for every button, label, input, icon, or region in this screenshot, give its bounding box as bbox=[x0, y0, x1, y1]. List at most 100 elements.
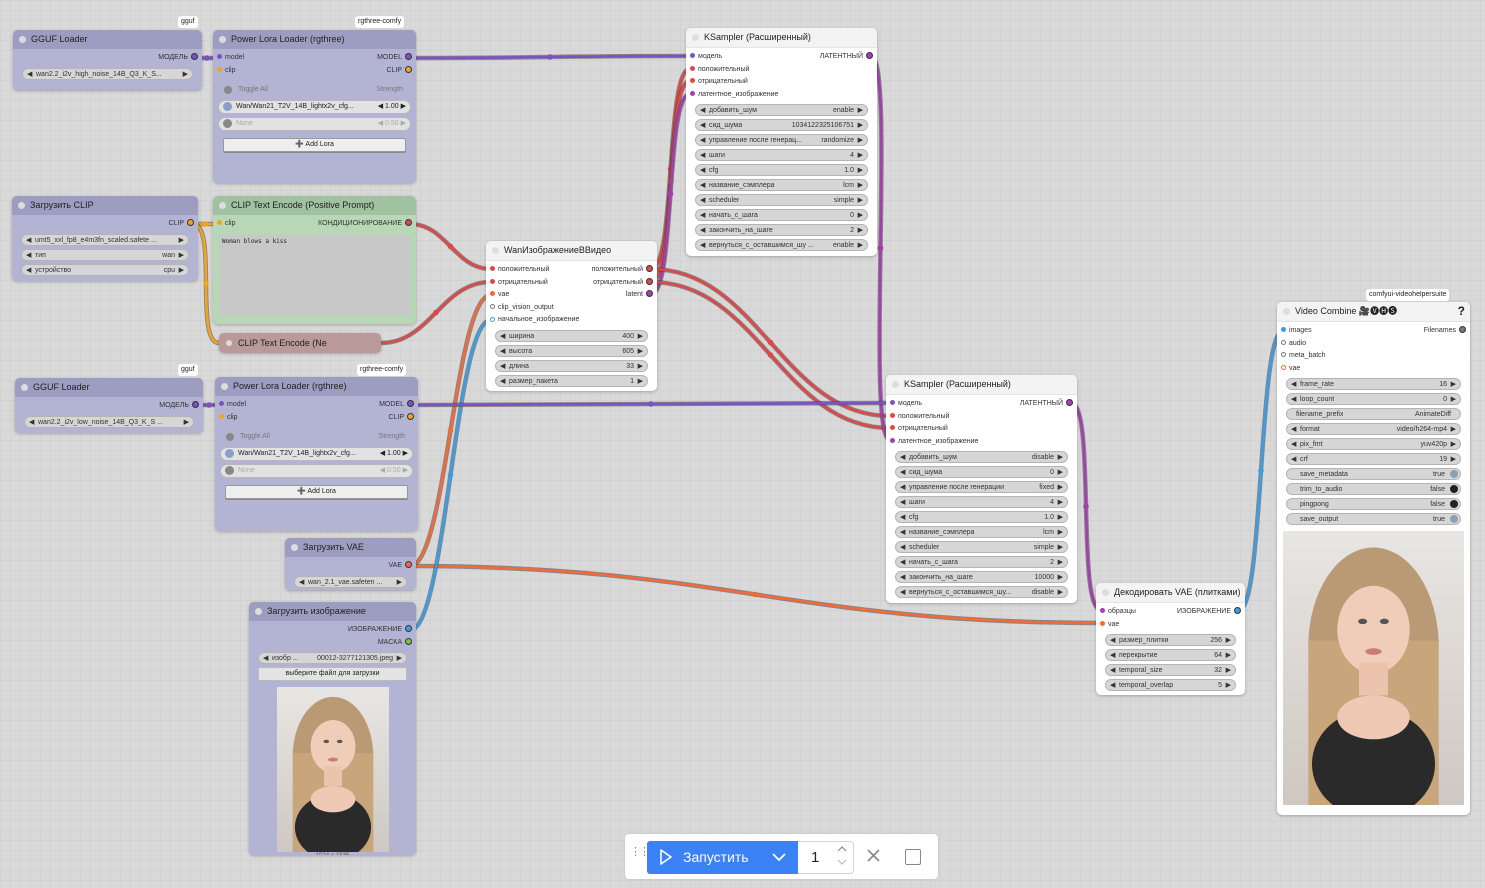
arrow-right-icon[interactable]: ▶ bbox=[858, 135, 863, 145]
arrow-right-icon[interactable]: ▶ bbox=[1058, 557, 1063, 567]
collapse-toggle-icon[interactable] bbox=[291, 544, 298, 551]
output-slot-MODEL[interactable]: MODEL bbox=[379, 399, 414, 412]
widget-pingpong[interactable]: pingpong false bbox=[1286, 498, 1461, 511]
arrow-left-icon[interactable]: ◀ bbox=[700, 150, 705, 160]
widget-scheduler[interactable]: ◀ ▶ scheduler simple bbox=[895, 541, 1068, 554]
arrow-right-icon[interactable]: ▶ bbox=[1226, 665, 1231, 675]
arrow-left-icon[interactable]: ◀ bbox=[263, 653, 268, 663]
output-dot-icon[interactable] bbox=[192, 401, 199, 409]
input-dot-icon[interactable] bbox=[219, 413, 224, 419]
output-slot-VAE[interactable]: VAE bbox=[389, 560, 412, 573]
link-midpoint[interactable] bbox=[648, 401, 654, 407]
link-midpoint[interactable] bbox=[1258, 467, 1264, 474]
input-slot-meta_batch[interactable]: meta_batch bbox=[1281, 350, 1326, 363]
arrow-right-icon[interactable]: ▶ bbox=[1226, 650, 1231, 660]
arrow-left-icon[interactable]: ◀ bbox=[1291, 439, 1296, 449]
arrow-left-icon[interactable]: ◀ bbox=[700, 135, 705, 145]
collapse-toggle-icon[interactable] bbox=[1283, 308, 1290, 315]
output-slot-МОДЕЛЬ[interactable]: МОДЕЛЬ bbox=[159, 400, 199, 413]
widget-управление после генерации[interactable]: ◀ ▶ управление после генерации fixed bbox=[895, 481, 1068, 494]
widget-шаги[interactable]: ◀ ▶ шаги 4 bbox=[895, 496, 1068, 509]
arrow-right-icon[interactable]: ▶ bbox=[1058, 467, 1063, 477]
widget-wan_2.1_vae.safeten ...[interactable]: ◀ ▶ wan_2.1_vae.safeten ... bbox=[294, 575, 407, 588]
input-dot-icon[interactable] bbox=[690, 90, 695, 96]
output-slot-ЛАТЕНТНЫЙ[interactable]: ЛАТЕНТНЫЙ bbox=[820, 51, 873, 64]
arrow-left-icon[interactable]: ◀ bbox=[900, 497, 905, 507]
output-dot-icon[interactable] bbox=[866, 52, 873, 60]
collapse-toggle-icon[interactable] bbox=[221, 383, 228, 390]
input-dot-icon[interactable] bbox=[490, 266, 495, 272]
arrow-right-icon[interactable]: ▶ bbox=[397, 577, 402, 587]
widget-начать_с_шага[interactable]: ◀ ▶ начать_с_шага 0 bbox=[695, 209, 868, 222]
output-slot-latent[interactable]: latent bbox=[626, 289, 653, 302]
arrow-left-icon[interactable]: ◀ bbox=[700, 210, 705, 220]
node-title-bar[interactable]: WanИзображениеВВидео bbox=[486, 241, 657, 261]
arrow-right-icon[interactable]: ▶ bbox=[183, 69, 188, 79]
output-slot-положительный[interactable]: положительный bbox=[592, 264, 653, 277]
arrow-left-icon[interactable]: ◀ bbox=[700, 180, 705, 190]
arrow-right-icon[interactable]: ▶ bbox=[858, 165, 863, 175]
collapse-toggle-icon[interactable] bbox=[219, 202, 226, 209]
arrow-left-icon[interactable]: ◀ bbox=[1110, 665, 1115, 675]
arrow-left-icon[interactable]: ◀ bbox=[700, 240, 705, 250]
output-dot-icon[interactable] bbox=[646, 265, 653, 273]
arrow-right-icon[interactable]: ▶ bbox=[1058, 512, 1063, 522]
widget-изобр ...[interactable]: ◀ ▶ изобр ... 00012-3277121305.jpeg bbox=[258, 652, 407, 665]
node-clip_loader[interactable]: Загрузить CLIP CLIP ◀ ▶ umt5_xxl_fp8_e4m3fn_… bbox=[12, 196, 198, 281]
widget-filename_prefix[interactable]: filename_prefix AnimateDiff bbox=[1286, 408, 1461, 421]
help-icon[interactable]: ? bbox=[1458, 302, 1465, 321]
node-title-bar[interactable]: Загрузить CLIP bbox=[12, 196, 198, 215]
node-load_image[interactable]: Загрузить изображение ИЗОБРАЖЕНИЕ МАСКА ◀ ▶ и… bbox=[249, 602, 416, 855]
input-dot-icon[interactable] bbox=[1100, 620, 1105, 626]
arrow-left-icon[interactable]: ◀ bbox=[299, 577, 304, 587]
arrow-left-icon[interactable]: ◀ bbox=[26, 235, 31, 245]
arrow-left-icon[interactable]: ◀ bbox=[900, 557, 905, 567]
input-dot-icon[interactable] bbox=[690, 78, 695, 84]
lora-toggle[interactable] bbox=[225, 449, 234, 459]
arrow-right-icon[interactable]: ▶ bbox=[1451, 439, 1456, 449]
widget-loop_count[interactable]: ◀ ▶ loop_count 0 bbox=[1286, 393, 1461, 406]
widget-cfg[interactable]: ◀ ▶ cfg 1.0 bbox=[895, 511, 1068, 524]
node-title-bar[interactable]: KSampler (Расширенный) bbox=[686, 28, 877, 48]
lora-name[interactable]: Wan/Wan21_T2V_14B_lightx2v_cfg... bbox=[236, 101, 354, 113]
link-midpoint[interactable] bbox=[667, 178, 674, 185]
input-slot-положительный[interactable]: положительный bbox=[690, 64, 749, 77]
node-title-bar[interactable]: Декодировать VAE (плитками) bbox=[1096, 583, 1245, 603]
arrow-left-icon[interactable]: ◀ bbox=[900, 542, 905, 552]
arrow-left-icon[interactable]: ◀ bbox=[700, 105, 705, 115]
queue-count-input[interactable]: 1 bbox=[798, 841, 854, 874]
arrow-left-icon[interactable]: ◀ bbox=[1110, 650, 1115, 660]
output-dot-icon[interactable] bbox=[405, 561, 412, 569]
node-title-bar[interactable]: Power Lora Loader (rgthree) bbox=[213, 30, 416, 49]
input-slot-модель[interactable]: модель bbox=[890, 398, 922, 411]
link-midpoint[interactable] bbox=[547, 54, 553, 60]
toggle-knob-icon[interactable] bbox=[1450, 470, 1458, 479]
arrow-left-icon[interactable]: ◀ bbox=[700, 120, 705, 130]
widget-crf[interactable]: ◀ ▶ crf 19 bbox=[1286, 453, 1461, 466]
lora-toggle[interactable] bbox=[223, 119, 232, 129]
widget-тип[interactable]: ◀ ▶ тип wan bbox=[21, 248, 189, 261]
widget-format[interactable]: ◀ ▶ format video/h264-mp4 bbox=[1286, 423, 1461, 436]
link-midpoint[interactable] bbox=[447, 243, 454, 250]
node-vae_loader[interactable]: Загрузить VAE VAE ◀ ▶ wan_2.1_vae.safeten ..… bbox=[285, 538, 416, 590]
arrow-right-icon[interactable]: ▶ bbox=[179, 250, 184, 260]
input-slot-clip[interactable]: clip bbox=[217, 218, 236, 231]
arrow-right-icon[interactable]: ▶ bbox=[1058, 587, 1063, 597]
arrow-left-icon[interactable]: ◀ bbox=[900, 512, 905, 522]
arrow-right-icon[interactable]: ▶ bbox=[1058, 527, 1063, 537]
arrow-left-icon[interactable]: ◀ bbox=[900, 587, 905, 597]
lora-strength[interactable]: ◀ 0.50 ▶ bbox=[378, 118, 406, 130]
input-dot-icon[interactable] bbox=[890, 425, 895, 431]
link-model[interactable] bbox=[411, 401, 891, 407]
output-dot-icon[interactable] bbox=[1234, 607, 1241, 615]
arrow-left-icon[interactable]: ◀ bbox=[1291, 424, 1296, 434]
arrow-right-icon[interactable]: ▶ bbox=[858, 105, 863, 115]
arrow-right-icon[interactable]: ▶ bbox=[858, 210, 863, 220]
link-conditioning[interactable] bbox=[650, 280, 891, 430]
link-model[interactable] bbox=[409, 54, 691, 60]
arrow-left-icon[interactable]: ◀ bbox=[700, 195, 705, 205]
link-midpoint[interactable] bbox=[204, 55, 210, 61]
toggle-knob-icon[interactable] bbox=[1450, 515, 1458, 524]
node-clip_neg[interactable]: CLIP Text Encode (Ne bbox=[219, 333, 381, 353]
widget-размер_плитки[interactable]: ◀ ▶ размер_плитки 256 bbox=[1105, 634, 1236, 647]
